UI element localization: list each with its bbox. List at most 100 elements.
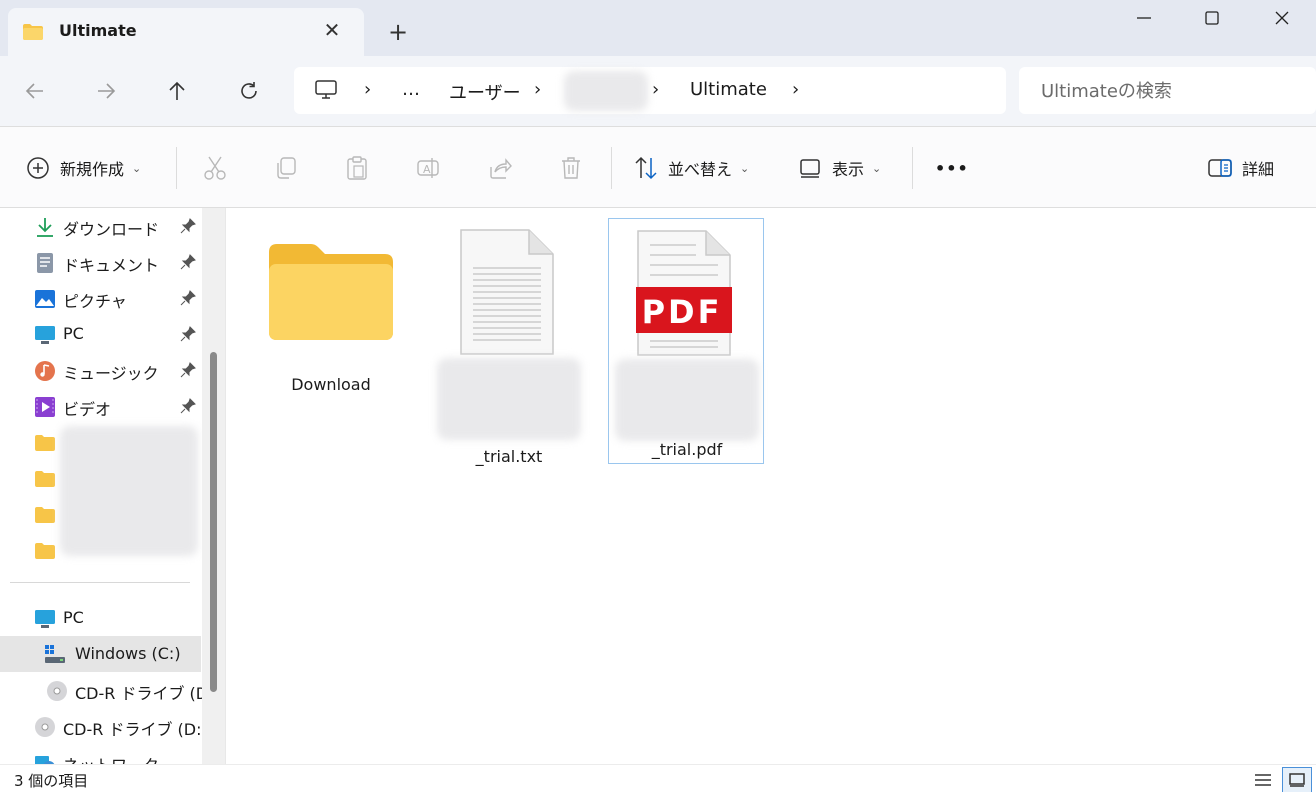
tab-title: Ultimate <box>59 21 137 40</box>
refresh-button[interactable] <box>234 76 264 106</box>
breadcrumb-ultimate[interactable]: Ultimate <box>690 79 767 100</box>
breadcrumb-chevron-icon: › <box>652 79 660 100</box>
tab-ultimate[interactable]: Ultimate ✕ <box>8 8 364 56</box>
rename-button[interactable]: A <box>414 153 442 183</box>
toolbar-divider <box>176 147 177 189</box>
text-file-icon <box>460 229 554 355</box>
redacted-filename <box>615 359 759 441</box>
sidebar-item-label: ミュージック <box>63 364 159 383</box>
refresh-icon <box>241 82 257 99</box>
breadcrumb-chevron-icon: › <box>534 79 542 100</box>
chevron-down-icon: ⌄ <box>872 161 882 175</box>
view-icon <box>800 159 820 178</box>
sidebar-item-label: Windows (C:) <box>75 644 181 663</box>
file-item-pdf[interactable]: PDF _trial.pdf <box>608 218 764 464</box>
search-input[interactable] <box>1041 79 1301 103</box>
breadcrumb-chevron-icon: › <box>792 79 800 100</box>
folder-icon <box>35 471 55 487</box>
chevron-down-icon: ⌄ <box>740 161 750 175</box>
details-label: 詳細 <box>1242 160 1275 179</box>
sidebar-scrollbar-thumb[interactable] <box>210 352 217 692</box>
view-button[interactable]: 表示 ⌄ <box>796 153 881 183</box>
folder-icon <box>35 507 55 523</box>
large-icons-view-button[interactable] <box>1282 767 1312 792</box>
details-pane-button[interactable]: 詳細 <box>1206 153 1274 183</box>
trash-icon <box>562 157 580 179</box>
sidebar-item-label: ピクチャ <box>63 292 127 311</box>
pin-icon[interactable] <box>180 326 196 342</box>
sidebar-item-documents[interactable]: ドキュメント <box>0 244 201 280</box>
maximize-icon <box>1205 11 1219 25</box>
view-label: 表示 <box>832 160 865 179</box>
breadcrumb-users[interactable]: ユーザー <box>449 79 521 105</box>
download-icon <box>37 218 53 237</box>
sidebar-item-drive-c[interactable]: Windows (C:) <box>0 636 201 672</box>
pin-icon[interactable] <box>180 362 196 378</box>
chevron-down-icon: ⌄ <box>132 161 142 175</box>
arrow-up-icon <box>169 81 185 100</box>
copy-button[interactable] <box>272 153 300 183</box>
plus-circle-icon <box>27 157 49 179</box>
back-button[interactable] <box>20 76 50 106</box>
close-window-button[interactable] <box>1262 6 1302 30</box>
search-box[interactable] <box>1019 67 1316 114</box>
item-count: 3 個の項目 <box>14 772 89 790</box>
sidebar-item-label: ネットワーク <box>63 752 159 764</box>
details-pane-icon <box>1208 159 1232 177</box>
cut-button[interactable] <box>201 153 229 183</box>
paste-button[interactable] <box>343 153 371 183</box>
pin-icon[interactable] <box>180 218 196 234</box>
file-name: _trial.txt <box>475 447 543 466</box>
file-name: Download <box>291 375 371 394</box>
sidebar-item-drive-d[interactable]: CD-R ドライブ (D:) <box>0 708 208 744</box>
details-view-button[interactable] <box>1248 767 1278 792</box>
file-item-txt[interactable]: _trial.txt <box>431 218 587 466</box>
up-button[interactable] <box>162 76 192 106</box>
minimize-icon <box>1137 17 1151 19</box>
delete-button[interactable] <box>557 153 585 183</box>
share-icon <box>490 158 512 179</box>
maximize-button[interactable] <box>1192 6 1232 30</box>
pin-icon[interactable] <box>180 290 196 306</box>
file-list: Download _trial.txt PDF _trial.pdf <box>227 208 1316 764</box>
sidebar-item-music[interactable]: ミュージック <box>0 352 201 388</box>
minimize-button[interactable] <box>1124 6 1164 30</box>
share-button[interactable] <box>486 153 514 183</box>
pin-icon[interactable] <box>180 254 196 270</box>
forward-button[interactable] <box>91 76 121 106</box>
new-tab-button[interactable]: + <box>386 20 410 44</box>
toolbar-divider <box>912 147 913 189</box>
command-bar: 新規作成 ⌄ A 並べ替え ⌄ 表示 ⌄ ••• 詳細 <box>0 126 1316 208</box>
tile-view-icon <box>1289 773 1305 787</box>
sidebar-item-pc[interactable]: PC <box>0 600 201 636</box>
sidebar-item-drive-d-sub[interactable]: CD-R ドライブ (D: <box>0 672 214 708</box>
sidebar-item-label: CD-R ドライブ (D: <box>75 684 214 703</box>
pin-icon[interactable] <box>180 398 196 414</box>
windows-drive-icon <box>45 645 65 663</box>
sort-button[interactable]: 並べ替え ⌄ <box>632 153 749 183</box>
list-view-icon <box>1255 774 1271 786</box>
address-bar[interactable]: › … ユーザー › › Ultimate › <box>294 67 1006 114</box>
more-options-button[interactable]: ••• <box>935 153 969 183</box>
sort-icon <box>635 156 657 180</box>
svg-text:A: A <box>423 163 431 176</box>
sidebar-item-downloads[interactable]: ダウンロード <box>0 208 201 244</box>
toolbar-divider <box>611 147 612 189</box>
sidebar-item-pictures[interactable]: ピクチャ <box>0 280 201 316</box>
breadcrumb-user-redacted[interactable] <box>564 71 648 111</box>
sidebar-item-pc-pinned[interactable]: PC <box>0 316 201 352</box>
pdf-badge-text: PDF <box>641 293 723 331</box>
breadcrumb-ellipsis[interactable]: … <box>402 79 420 100</box>
title-bar: Ultimate ✕ + <box>0 0 1316 56</box>
pictures-icon <box>35 290 55 308</box>
new-button[interactable]: 新規作成 ⌄ <box>24 153 141 183</box>
pc-icon <box>35 610 55 628</box>
sidebar-item-videos[interactable]: ビデオ <box>0 388 201 424</box>
rename-icon: A <box>417 158 439 178</box>
status-bar: 3 個の項目 <box>0 764 1316 792</box>
pc-icon <box>35 326 55 344</box>
redacted-folder-names <box>60 426 198 556</box>
file-item-folder[interactable]: Download <box>253 218 409 464</box>
close-tab-icon[interactable]: ✕ <box>322 20 342 40</box>
sidebar-item-network[interactable]: ネットワーク <box>0 744 201 764</box>
